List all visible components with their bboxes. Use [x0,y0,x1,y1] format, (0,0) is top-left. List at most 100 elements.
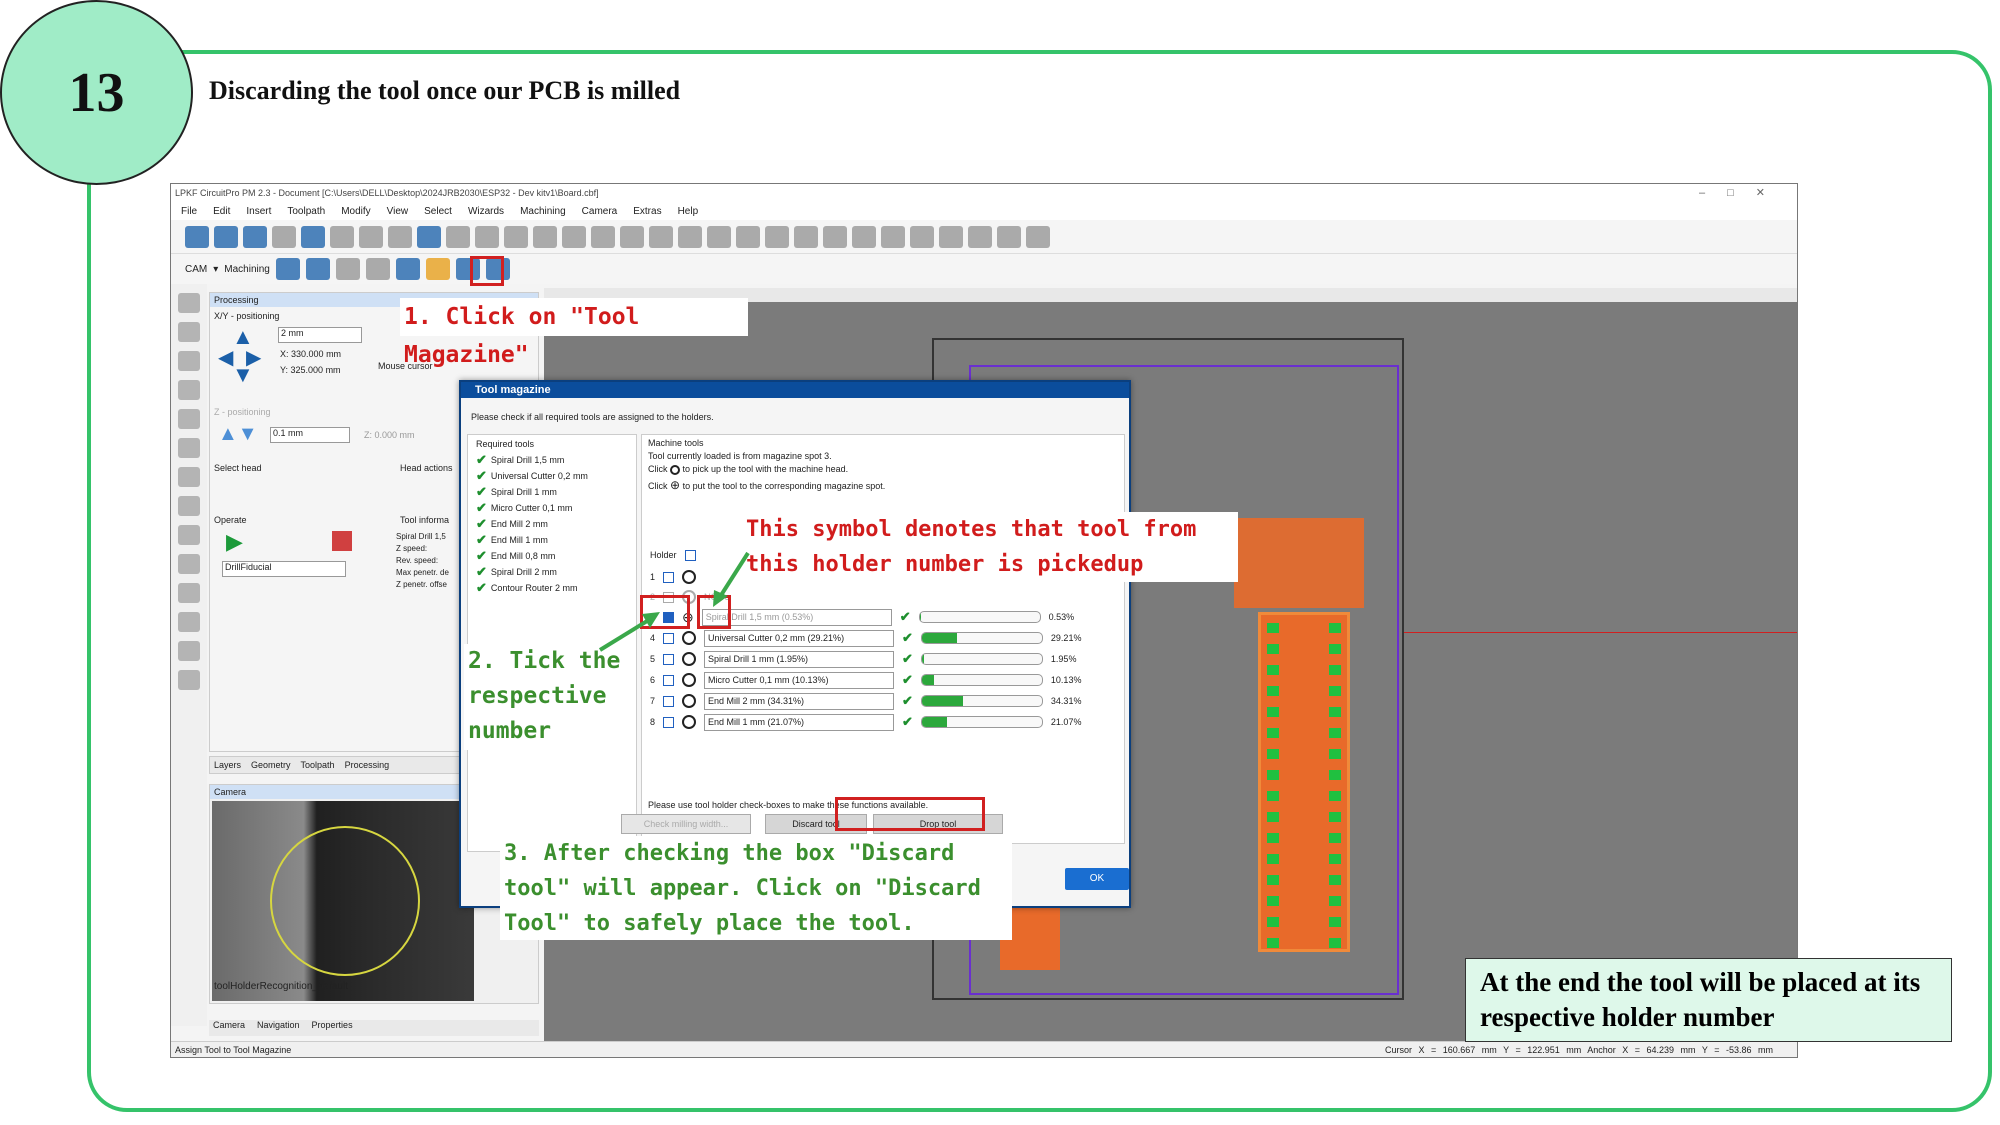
arrow-down-icon[interactable]: ▼ [232,364,254,386]
toolbar-icon-h[interactable] [707,225,731,248]
circle-icon[interactable] [178,409,200,429]
pattern-icon[interactable] [178,554,200,574]
print-preview-icon[interactable] [359,225,383,248]
toolbar-icon-o[interactable] [939,225,963,248]
toolbar-icon-a[interactable] [504,225,528,248]
redo-icon[interactable] [446,225,470,248]
tab-navigation[interactable]: Navigation [257,1020,300,1036]
copy-icon[interactable] [301,225,325,248]
toolbar-icon-e[interactable] [620,225,644,248]
check-milling-width-button[interactable]: Check milling width... [621,814,751,834]
radio-pickup-icon[interactable] [682,652,697,666]
holder-tool-select[interactable]: End Mill 1 mm (21.07%) [704,713,895,731]
holder-checkbox[interactable] [663,653,675,665]
holder-tool-select[interactable]: Micro Cutter 0,1 mm (10.13%) [704,671,895,689]
toolbar-icon-d[interactable] [591,225,615,248]
text-icon[interactable] [178,496,200,516]
tab-camera[interactable]: Camera [213,1020,245,1036]
toolbar-icon-n[interactable] [910,225,934,248]
cam-label[interactable]: CAM [185,264,207,275]
menu-camera[interactable]: Camera [582,206,618,217]
tab-properties[interactable]: Properties [312,1020,353,1036]
xy-jog-arrows[interactable]: ▲ ◀ ▶ ▼ [218,326,266,387]
radio-pickup-icon[interactable] [682,570,697,584]
menu-edit[interactable]: Edit [213,206,230,217]
holder-checkbox[interactable] [663,695,675,707]
holder-checkbox[interactable] [663,716,675,728]
toolbar-icon-g[interactable] [678,225,702,248]
toolbar-icon-b[interactable] [533,225,557,248]
toolbar-icon-m[interactable] [852,225,876,248]
arrow-up-icon[interactable]: ▲ [232,326,254,348]
ring-icon[interactable] [178,438,200,458]
machining-icon-d[interactable] [395,258,420,280]
dimension-icon[interactable] [178,612,200,632]
fiducial-icon[interactable] [365,258,390,280]
radio-pickup-icon[interactable] [682,715,697,729]
menu-modify[interactable]: Modify [341,206,370,217]
stop-icon[interactable] [332,531,352,551]
print-icon[interactable] [388,225,412,248]
chevron-down-icon[interactable]: ▾ [213,264,218,275]
z-jog-arrows[interactable]: ▲▼ [218,423,258,446]
holder-checkbox[interactable] [663,674,675,686]
toolbar-icon-j[interactable] [765,225,789,248]
toolbar-icon-f[interactable] [649,225,673,248]
image-icon[interactable] [178,583,200,603]
save-icon[interactable] [243,225,267,248]
toolbar-icon-q[interactable] [997,225,1021,248]
menu-machining[interactable]: Machining [520,206,566,217]
machining-icon-a[interactable] [275,258,300,280]
holder-checkbox[interactable] [663,571,675,583]
play-icon[interactable]: ▶ [226,529,243,555]
menu-view[interactable]: View [387,206,409,217]
menu-toolpath[interactable]: Toolpath [287,206,325,217]
machining-label[interactable]: Machining [224,264,270,275]
toolbar-icon-c[interactable] [562,225,586,248]
operate-select[interactable]: DrillFiducial [222,561,346,577]
menu-extras[interactable]: Extras [633,206,661,217]
menu-help[interactable]: Help [678,206,699,217]
holder-all-checkbox[interactable] [684,549,696,561]
menu-file[interactable]: File [181,206,197,217]
cut-icon[interactable] [272,225,296,248]
triangle-icon[interactable] [178,351,200,371]
polygon-icon[interactable] [178,322,200,342]
menu-insert[interactable]: Insert [246,206,271,217]
measure-icon[interactable] [178,670,200,690]
holder-checkbox[interactable] [663,632,675,644]
tool-magazine-icon[interactable] [425,258,450,280]
machining-icon-b[interactable] [305,258,330,280]
rectangle-icon[interactable] [178,380,200,400]
holder-tool-select[interactable]: Universal Cutter 0,2 mm (29.21%) [704,629,895,647]
menu-select[interactable]: Select [424,206,452,217]
angle-icon[interactable] [178,641,200,661]
toolbar-icon-k[interactable] [794,225,818,248]
move-icon[interactable] [881,225,905,248]
undo-icon[interactable] [417,225,441,248]
menu-wizards[interactable]: Wizards [468,206,504,217]
tab-layers[interactable]: Layers [214,760,241,770]
radio-pickup-icon[interactable] [682,631,697,645]
z-step-input[interactable]: 0.1 mm [270,427,350,443]
open-icon[interactable] [214,225,238,248]
crosshair-icon[interactable] [178,525,200,545]
radio-pickup-icon[interactable] [682,673,697,687]
asterisk-icon[interactable] [178,467,200,487]
radio-pickup-icon[interactable] [682,694,697,708]
ok-button[interactable]: OK [1065,868,1129,890]
toolbar-icon-p[interactable] [968,225,992,248]
tab-toolpath[interactable]: Toolpath [301,760,335,770]
machining-icon-c[interactable] [335,258,360,280]
draw-icon[interactable] [178,293,200,313]
toolbar-icon-r[interactable] [1026,225,1050,248]
window-controls[interactable]: –□✕ [1699,186,1787,199]
tab-geometry[interactable]: Geometry [251,760,291,770]
new-icon[interactable] [185,225,209,248]
toolbar-icon-l[interactable] [823,225,847,248]
holder-tool-select[interactable]: End Mill 2 mm (34.31%) [704,692,895,710]
delete-icon[interactable] [475,225,499,248]
toolbar-icon-i[interactable] [736,225,760,248]
holder-tool-select[interactable]: Spiral Drill 1 mm (1.95%) [704,650,895,668]
tab-processing[interactable]: Processing [345,760,390,770]
